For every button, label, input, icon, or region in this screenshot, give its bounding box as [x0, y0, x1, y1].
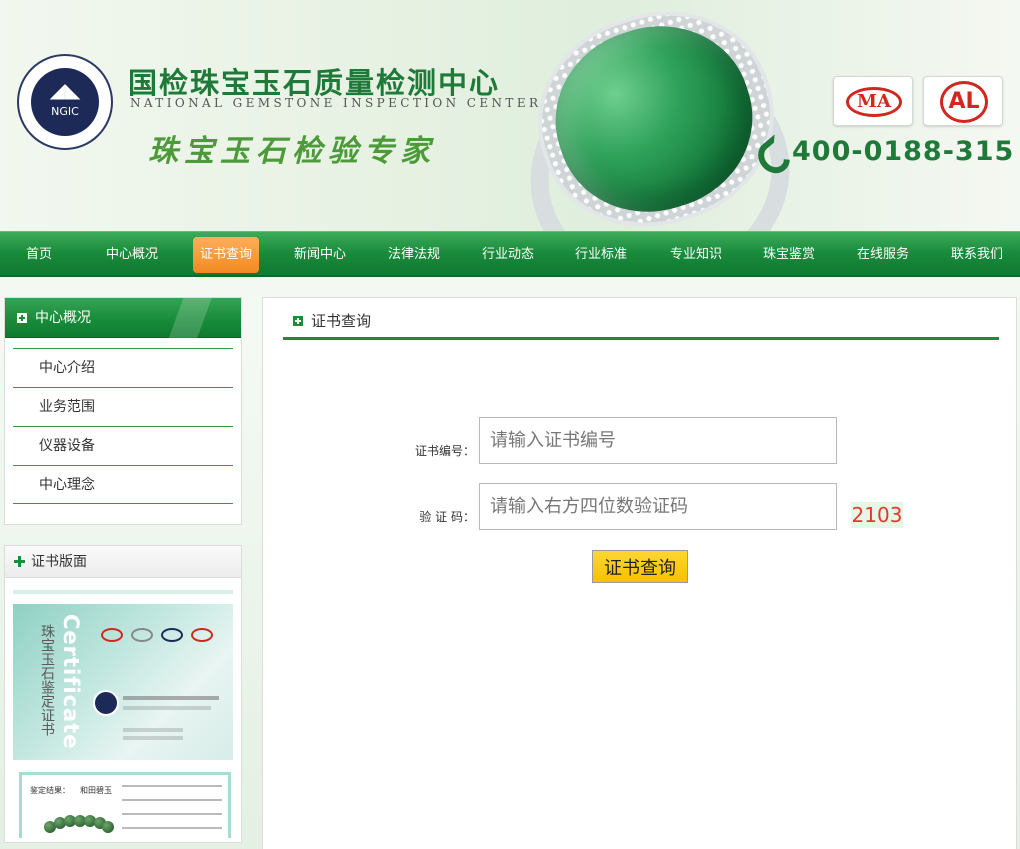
nav-standards[interactable]: 行业标准: [569, 237, 633, 273]
cma-badge: MA: [833, 76, 913, 126]
nav-laws[interactable]: 法律法规: [382, 237, 446, 273]
bracelet-image: [44, 815, 114, 835]
nav-home[interactable]: 首页: [10, 237, 68, 273]
phone-icon: [756, 138, 782, 164]
cma-icon: MA: [846, 87, 902, 117]
certificate-front-image[interactable]: 珠宝玉石鉴定证书 Certificate: [13, 604, 233, 760]
sidebar-item-philosophy[interactable]: 中心理念: [13, 465, 233, 504]
cert-number-label: 证书编号：: [414, 444, 475, 458]
nav-appreciation[interactable]: 珠宝鉴赏: [757, 237, 821, 273]
cert-seal-icon: [93, 690, 119, 716]
cert-badges: [101, 628, 213, 642]
sidebar-about: 中心概况 中心介绍 业务范围 仪器设备 中心理念: [4, 297, 242, 525]
logo-mark-icon: ◢◣: [49, 78, 81, 102]
sidebar-cert-header: 证书版面: [5, 546, 241, 578]
plus-icon: [17, 313, 27, 323]
captcha-code[interactable]: 2103: [851, 502, 903, 528]
hotline: 400-0188-315: [756, 134, 1014, 168]
ngic-logo[interactable]: ◢◣ NGIC: [17, 54, 113, 150]
sidebar-about-list: 中心介绍 业务范围 仪器设备 中心理念: [13, 348, 233, 504]
cal-badge: AL: [923, 76, 1003, 126]
sidebar-about-title: 中心概况: [35, 310, 91, 326]
site-title-en: NATIONAL GEMSTONE INSPECTION CENTER: [130, 96, 542, 110]
certificate-detail-image[interactable]: 鉴定结果： 和田碧玉: [19, 772, 231, 838]
plus-icon: [14, 556, 25, 567]
logo-inner: ◢◣ NGIC: [31, 68, 99, 136]
cert-result-value: 和田碧玉: [80, 786, 112, 795]
cert-vertical-cn: 珠宝玉石鉴定证书: [39, 624, 55, 736]
ngic-mini-icon: [161, 628, 183, 642]
nav-industry-news[interactable]: 行业动态: [476, 237, 540, 273]
nav-news[interactable]: 新闻中心: [288, 237, 352, 273]
sidebar-item-intro[interactable]: 中心介绍: [13, 348, 233, 387]
captcha-input[interactable]: [479, 483, 837, 530]
nav-knowledge[interactable]: 专业知识: [664, 237, 728, 273]
site-header: ◢◣ NGIC 国检珠宝玉石质量检测中心 NATIONAL GEMSTONE I…: [0, 0, 1020, 231]
sidebar-item-scope[interactable]: 业务范围: [13, 387, 233, 426]
logo-text: NGIC: [51, 105, 79, 118]
sidebar-cert-title: 证书版面: [31, 554, 87, 570]
nav-cert-query[interactable]: 证书查询: [193, 237, 259, 273]
jade-ring-image: [508, 0, 812, 231]
sidebar-item-equipment[interactable]: 仪器设备: [13, 426, 233, 465]
plus-icon: [293, 316, 303, 326]
cal-icon: AL: [940, 81, 988, 123]
cert-result-label: 鉴定结果：: [30, 786, 70, 795]
nav-about[interactable]: 中心概况: [100, 237, 164, 273]
cert-number-input[interactable]: [479, 417, 837, 464]
cal-mini-icon: [191, 628, 213, 642]
captcha-label: 验 证 码：: [419, 510, 475, 524]
site-slogan: 珠宝玉石检验专家: [148, 134, 436, 169]
nav-online-service[interactable]: 在线服务: [851, 237, 915, 273]
panel-title: 证书查询: [311, 312, 372, 330]
hotline-number: 400-0188-315: [792, 135, 1015, 167]
cert-query-panel: 证书查询 证书编号： 验 证 码： 2103 证书查询: [262, 297, 1017, 849]
panel-header: 证书查询: [283, 298, 999, 340]
main-nav: 首页 中心概况 证书查询 新闻中心 法律法规 行业动态 行业标准 专业知识 珠宝…: [0, 231, 1020, 277]
cert-vertical-en: Certificate: [59, 614, 83, 750]
cert-query-button[interactable]: 证书查询: [592, 550, 688, 583]
sidebar-about-header: 中心概况: [5, 298, 241, 338]
nav-contact[interactable]: 联系我们: [945, 237, 1009, 273]
cma-mini-icon: [101, 628, 123, 642]
mini-badge-icon: [131, 628, 153, 642]
sidebar-cert-layout: 证书版面 珠宝玉石鉴定证书 Certificate 鉴定结果： 和田碧玉: [4, 545, 242, 843]
